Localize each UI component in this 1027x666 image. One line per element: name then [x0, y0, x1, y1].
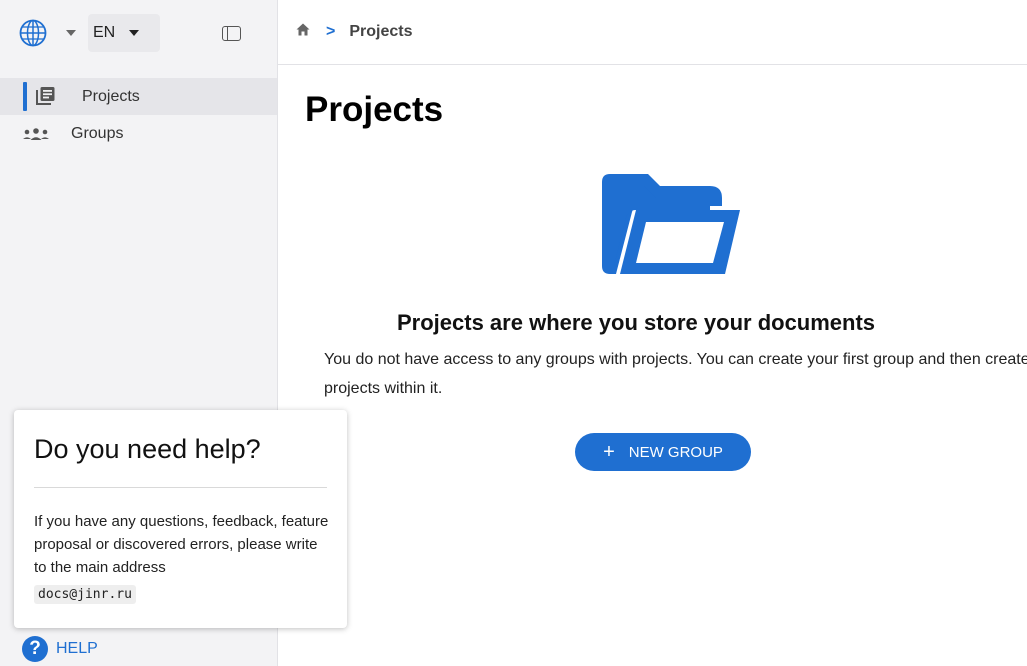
breadcrumb-current: Projects [349, 23, 413, 40]
help-email: docs@jinr.ru [34, 585, 136, 604]
home-icon[interactable] [296, 23, 310, 41]
logo-menu-caret-icon[interactable] [66, 30, 76, 36]
globe-logo-icon[interactable] [18, 18, 48, 48]
plus-icon: + [603, 440, 615, 463]
sidebar-item-groups[interactable]: Groups [0, 115, 277, 152]
help-popover-text: If you have any questions, feedback, fea… [34, 513, 329, 576]
empty-state-description: You do not have access to any groups wit… [324, 351, 1027, 397]
page-title: Projects [305, 90, 444, 129]
sidebar-item-label: Groups [71, 124, 124, 142]
help-label: HELP [56, 640, 98, 657]
help-icon: ? [22, 636, 48, 662]
projects-icon [34, 85, 56, 112]
language-select[interactable]: EN [88, 14, 160, 52]
chevron-down-icon [129, 30, 140, 36]
folder-open-icon [600, 172, 744, 285]
divider [34, 487, 327, 488]
sidebar-toggle-icon[interactable] [222, 26, 241, 41]
sidebar-header: EN [0, 0, 277, 66]
groups-icon [22, 127, 50, 146]
help-popover-title: Do you need help? [34, 434, 261, 464]
sidebar-item-projects[interactable]: Projects [0, 78, 277, 115]
empty-state-title: Projects are where you store your docume… [397, 310, 876, 335]
help-link[interactable]: ? HELP [22, 636, 98, 662]
breadcrumb-separator-icon: > [326, 23, 336, 40]
new-group-button[interactable]: + NEW GROUP [575, 433, 751, 471]
language-value: EN [93, 24, 116, 41]
app: EN Projects Groups ? HELP > Projects Pro… [0, 0, 1027, 666]
new-group-label: NEW GROUP [628, 443, 723, 461]
sidebar-nav: Projects Groups [0, 78, 277, 152]
help-popover: Do you need help? If you have any questi… [14, 410, 347, 628]
breadcrumb: > Projects [278, 0, 1027, 65]
sidebar-item-label: Projects [82, 87, 140, 105]
